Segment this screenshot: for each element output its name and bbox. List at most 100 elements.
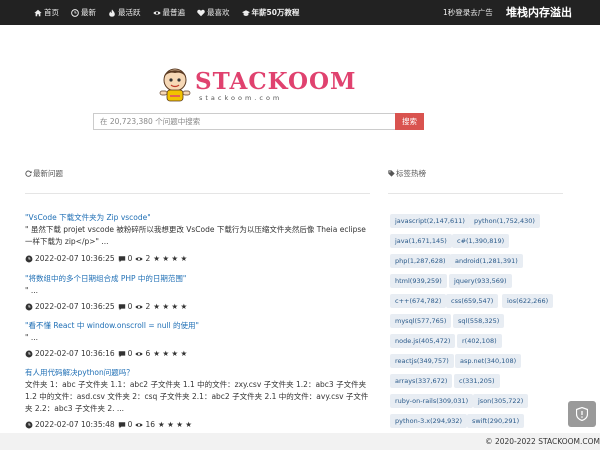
question-title-link[interactable]: 有人用代码解决python问题吗？ [25,368,134,377]
tag-css[interactable]: css(659,547) [446,294,499,308]
tag-python[interactable]: python(1,752,430) [469,214,540,228]
tag-csharp[interactable]: c#(1,390,819) [452,234,510,248]
tag-javascript[interactable]: javascript(2,147,611) [390,214,470,228]
tag-php[interactable]: php(1,287,628) [390,254,451,268]
main-nav: 首页 最新 最活跃 最普遍 最喜欢 年薪50万教程 [34,0,311,25]
tag-arrays[interactable]: arrays(337,672) [390,374,453,388]
question-excerpt: 文件夹 1：abc 子文件夹 1.1：abc2 子文件夹 1.1 中的文件：zx… [25,380,369,413]
answer-count: 0 [127,349,133,358]
comment-icon [118,255,125,262]
tag-c[interactable]: c(331,205) [454,374,500,388]
latest-questions-header: 最新问题 [25,168,63,179]
footer-copyright: © 2020-2022 STACKOOM.COM [485,437,600,446]
tags-divider [388,193,563,194]
search-input[interactable] [93,113,395,130]
question-item: "将数组中的多个日期组合成 PHP 中的日期范围" " ... [25,273,370,297]
question-title-link[interactable]: "看不懂 React 中 window.onscroll = null 的使用" [25,321,199,330]
question-meta: 2022-02-07 10:36:25 0 2 ★ ★ ★ ★ [25,254,187,263]
view-count: 16 [145,420,155,429]
question-title-link[interactable]: "VsCode 下载文件夹为 Zip vscode" [25,213,151,222]
nav-home-label: 首页 [44,8,59,17]
eye-icon [135,256,144,261]
nav-most-active[interactable]: 最活跃 [108,7,141,18]
nav-favorites[interactable]: 最喜欢 [197,7,230,18]
clock-icon [71,8,79,17]
nav-most-active-label: 最活跃 [118,8,141,17]
top-navbar: 首页 最新 最活跃 最普遍 最喜欢 年薪50万教程 1秒登录去广告 堆栈内存溢出 [0,0,600,25]
nav-tutorial[interactable]: 年薪50万教程 [241,7,300,18]
tag-r[interactable]: r(402,108) [457,334,502,348]
eye-icon [135,351,144,356]
rating-stars: ★ ★ ★ ★ [153,302,188,311]
nav-latest-label: 最新 [81,8,96,17]
tag-swift[interactable]: swift(290,291) [467,414,525,428]
login-remove-ads-link[interactable]: 1秒登录去广告 [443,7,493,18]
rating-stars: ★ ★ ★ ★ [153,349,188,358]
graduation-cap-icon [241,9,250,16]
nav-latest[interactable]: 最新 [71,7,96,18]
question-excerpt: " 虽然下载 projet vscode 被粉碎所以我想更改 VsCode 下载… [25,225,366,246]
question-title-link[interactable]: "将数组中的多个日期组合成 PHP 中的日期范围" [25,274,186,283]
tag-nodejs[interactable]: node.js(405,472) [390,334,456,348]
heart-icon [197,9,205,16]
clock-icon [25,350,33,357]
answer-count: 0 [127,254,133,263]
privacy-shield-button[interactable] [568,401,596,427]
rating-stars: ★ ★ ★ ★ [153,254,188,263]
fire-icon [109,8,115,17]
question-date: 2022-02-07 10:36:25 [35,302,115,311]
latest-questions-title: 最新问题 [33,169,63,178]
nav-home[interactable]: 首页 [34,7,59,18]
tag-java[interactable]: java(1,671,145) [390,234,452,248]
question-excerpt: " ... [25,333,38,342]
view-count: 6 [145,349,151,358]
question-meta: 2022-02-07 10:35:48 0 16 ★ ★ ★ ★ [25,420,192,429]
comment-icon [118,303,125,310]
eye-icon [135,422,144,427]
eye-icon [135,304,144,309]
nav-most-viewed[interactable]: 最普遍 [152,7,186,18]
questions-divider [25,193,370,194]
tag-html[interactable]: html(939,259) [390,274,447,288]
tag-mysql[interactable]: mysql(577,765) [390,314,452,328]
question-date: 2022-02-07 10:35:48 [35,420,115,429]
nav-tutorial-label: 年薪50万教程 [251,8,300,17]
tag-ios[interactable]: ios(622,266) [502,294,554,308]
tag-android[interactable]: android(1,281,391) [450,254,523,268]
tag-reactjs[interactable]: reactjs(349,757) [390,354,454,368]
hot-tags-header: 标签热榜 [388,168,426,179]
nav-most-viewed-label: 最普遍 [162,8,186,17]
view-count: 2 [145,302,151,311]
comment-icon [118,421,125,428]
mascot-logo-icon [159,68,191,102]
site-brand-text: 堆栈内存溢出 [506,6,572,19]
question-item: 有人用代码解决python问题吗？ 文件夹 1：abc 子文件夹 1.1：abc… [25,367,370,415]
question-meta: 2022-02-07 10:36:25 0 2 ★ ★ ★ ★ [25,302,187,311]
tag-json[interactable]: json(305,722) [473,394,529,408]
logo-title: STACKOOM [195,68,357,95]
view-count: 2 [145,254,151,263]
question-date: 2022-02-07 10:36:16 [35,349,115,358]
tag-jquery[interactable]: jquery(933,569) [449,274,512,288]
clock-icon [25,255,33,262]
comment-icon [118,350,125,357]
question-item: "看不懂 React 中 window.onscroll = null 的使用"… [25,320,370,344]
tag-python-3x[interactable]: python-3.x(294,932) [390,414,468,428]
tag-cpp[interactable]: c++(674,782) [390,294,447,308]
home-icon [34,9,42,16]
site-logo[interactable]: STACKOOM stackoom.com [157,66,356,106]
tag-sql[interactable]: sql(558,325) [453,314,505,328]
answer-count: 0 [127,302,133,311]
tag-icon [388,170,395,177]
refresh-icon [25,170,32,177]
eye-icon [152,10,161,15]
logo-subtitle: stackoom.com [199,94,283,102]
search-button[interactable]: 搜索 [395,113,424,130]
tag-ruby-on-rails[interactable]: ruby-on-rails(309,031) [390,394,474,408]
shield-icon [576,407,588,421]
question-excerpt: " ... [25,286,38,295]
clock-icon [25,421,33,428]
tag-aspnet[interactable]: asp.net(340,108) [455,354,522,368]
question-date: 2022-02-07 10:36:25 [35,254,115,263]
answer-count: 0 [127,420,133,429]
